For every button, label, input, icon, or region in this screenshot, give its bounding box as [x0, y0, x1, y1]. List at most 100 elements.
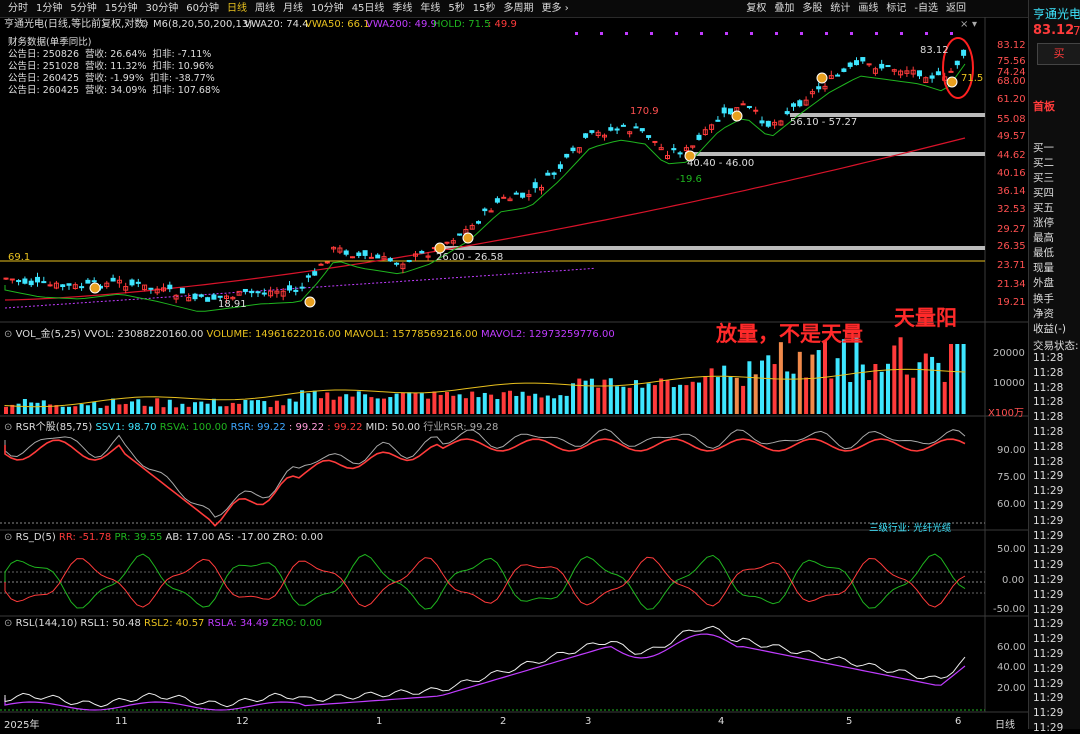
volume-bar — [224, 406, 229, 414]
volume-bar — [829, 378, 834, 414]
candle-body — [419, 250, 425, 254]
trade-time: 11:29 — [1033, 662, 1064, 675]
collapse-icon[interactable]: ⊙ — [4, 618, 16, 629]
rr-value: RR: -51.78 — [58, 532, 112, 543]
signal-tick — [825, 32, 828, 35]
signal-tick — [850, 32, 853, 35]
candle-body — [28, 280, 34, 286]
volume-bar — [123, 403, 128, 414]
trade-time: 11:29 — [1033, 470, 1064, 483]
candle-body — [394, 262, 400, 265]
rsr-title[interactable]: RSR个股(85,75) — [16, 422, 93, 433]
volume-bar — [262, 401, 267, 414]
current-price: 83.12 — [1033, 23, 1075, 38]
candle-body — [696, 134, 702, 140]
candle-body — [929, 75, 935, 79]
volume-bar — [73, 406, 78, 414]
volume-bar — [142, 405, 147, 414]
volume-bar — [690, 381, 695, 414]
candle-body — [362, 250, 368, 256]
trade-time: 11:28 — [1033, 396, 1064, 409]
volume-bar — [180, 403, 185, 414]
rsl-axis-20: 20.00 — [997, 683, 1026, 694]
price-tick: 44.62 — [997, 150, 1026, 161]
volume-bar — [923, 353, 928, 414]
collapse-icon[interactable]: ⊙ — [4, 329, 16, 340]
candle-body — [324, 261, 330, 264]
candle-body — [501, 196, 507, 199]
rsr-axis-60: 60.00 — [997, 499, 1026, 510]
candle-body — [583, 133, 589, 138]
volume-bar — [526, 395, 531, 414]
volume-bar — [634, 380, 638, 414]
volume-bar — [615, 386, 620, 414]
volume-bar — [501, 392, 506, 414]
volume-bar — [904, 374, 909, 414]
volume-bar — [571, 383, 575, 414]
vol-axis-20000: 20000 — [993, 348, 1025, 359]
candle-body — [570, 147, 576, 152]
volume-bar — [218, 406, 223, 414]
trade-time: 11:29 — [1033, 588, 1064, 601]
rsr-axis-90: 90.00 — [997, 445, 1026, 456]
volume-bar — [155, 398, 160, 414]
rsd-title[interactable]: RS_D(5) — [16, 532, 56, 543]
signal-tick — [725, 32, 728, 35]
candle-body — [614, 128, 620, 131]
candle-body — [261, 292, 267, 295]
volume-bar — [520, 391, 525, 414]
volume-bar — [470, 391, 475, 414]
volume-bar — [539, 397, 544, 414]
volume-bar — [432, 391, 437, 414]
volume-title[interactable]: VOL_金(5,25) — [16, 329, 81, 340]
trade-time: 11:28 — [1033, 411, 1064, 424]
volume-bar — [148, 406, 153, 414]
candle-body — [249, 290, 255, 294]
volume-bar — [98, 407, 103, 414]
volume-bar — [646, 383, 651, 414]
zone-bar-2 — [685, 152, 985, 156]
price-tick: 55.08 — [997, 114, 1026, 125]
price-tick: 26.35 — [997, 241, 1026, 252]
event-marker — [816, 72, 828, 84]
trade-time: 11:28 — [1033, 366, 1064, 379]
rsl-title[interactable]: RSL(144,10) — [16, 618, 78, 629]
mavol2-value: MAVOL2: 12973259776.00 — [480, 329, 615, 340]
as-value: AS: -17.00 — [217, 532, 270, 543]
collapse-icon[interactable]: ⊙ — [4, 532, 16, 543]
candle-body — [79, 286, 85, 289]
price-tick: 68.00 — [997, 76, 1026, 87]
volume-bar — [388, 397, 393, 414]
candle-body — [3, 277, 9, 280]
volume-bar — [867, 380, 872, 414]
rsr-header: ⊙ RSR个股(85,75) SSV1: 98.70 RSVA: 100.00 … — [4, 418, 498, 433]
volume-bar — [29, 402, 34, 414]
candle-body — [16, 280, 22, 283]
volume-bar — [306, 393, 311, 414]
volume-bar — [136, 399, 141, 414]
candle-body — [41, 281, 47, 284]
volume-bar — [167, 399, 172, 414]
trade-time: 11:28 — [1033, 352, 1064, 364]
volume-bar — [709, 368, 714, 414]
volume-bar — [67, 406, 71, 414]
candle-body — [633, 126, 639, 129]
quote-level-label: 涨停 — [1033, 217, 1054, 229]
level-69-label: 69.1 — [8, 252, 31, 263]
quote-level-label: 买二 — [1033, 157, 1054, 169]
signal-tick — [600, 32, 603, 35]
volume-bar — [602, 379, 607, 414]
annotation-volume: 放量，不是天量 — [716, 322, 863, 346]
buy-button[interactable]: 买 — [1037, 43, 1080, 65]
volume-bar — [199, 401, 204, 414]
candle-body — [784, 111, 790, 115]
date-tick: 12 — [236, 716, 249, 727]
zro-value: ZRO: 0.00 — [272, 532, 324, 543]
signal-tick — [625, 32, 628, 35]
price-tick: 23.71 — [997, 260, 1026, 271]
collapse-icon[interactable]: ⊙ — [4, 422, 16, 433]
volume-bar — [85, 405, 90, 414]
price-tick: 36.14 — [997, 186, 1026, 197]
volume-header: ⊙ VOL_金(5,25) VVOL: 23088220160.00 VOLUM… — [4, 325, 615, 340]
volume-bar — [533, 393, 538, 414]
